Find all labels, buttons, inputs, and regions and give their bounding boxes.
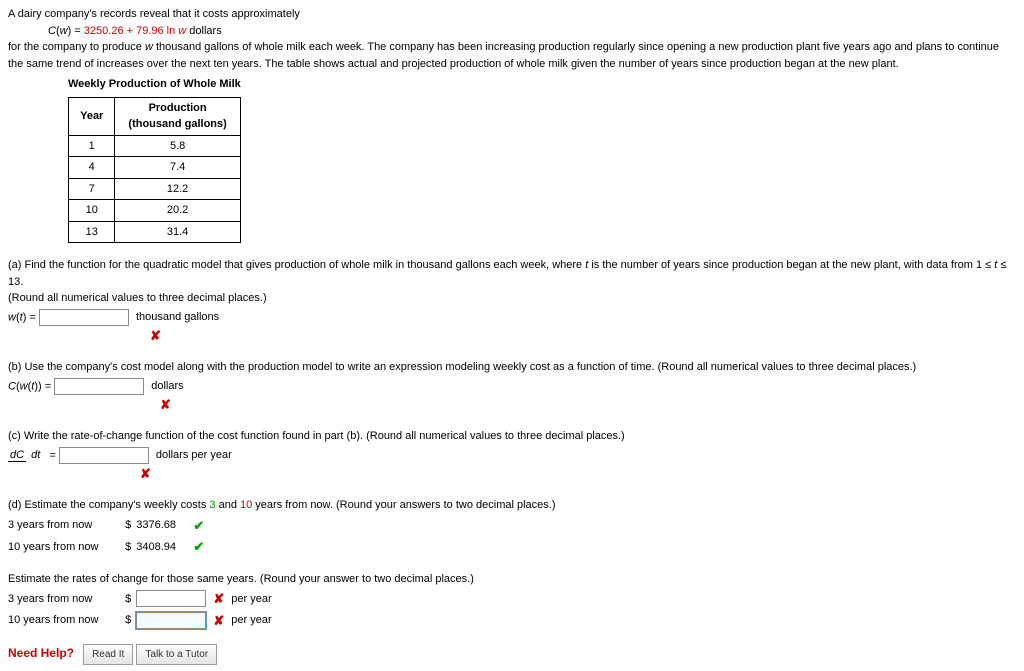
table-caption: Weekly Production of Whole Milk bbox=[68, 76, 241, 97]
part-a-unit: thousand gallons bbox=[136, 311, 219, 323]
label-3-years: 3 years from now bbox=[8, 517, 118, 534]
wrong-icon: ✘ bbox=[213, 613, 224, 628]
part-d: (d) Estimate the company's weekly costs … bbox=[8, 497, 1016, 514]
need-help-label: Need Help? bbox=[8, 646, 74, 660]
part-c-input[interactable] bbox=[59, 447, 149, 464]
part-a-input[interactable] bbox=[39, 309, 129, 326]
check-icon: ✔ bbox=[193, 518, 204, 533]
table-row: 1331.4 bbox=[69, 221, 241, 243]
table-row: 712.2 bbox=[69, 178, 241, 200]
wrong-icon: ✘ bbox=[213, 591, 224, 606]
rate-3-input[interactable] bbox=[136, 590, 206, 607]
help-row: Need Help? Read It Talk to a Tutor bbox=[8, 644, 1016, 665]
rate-10-input[interactable] bbox=[136, 612, 206, 629]
part-c-unit: dollars per year bbox=[156, 449, 232, 461]
col-production: Production (thousand gallons) bbox=[115, 97, 240, 135]
read-it-button[interactable]: Read It bbox=[83, 644, 133, 665]
label-rate-3-years: 3 years from now bbox=[8, 591, 118, 608]
label-10-years: 10 years from now bbox=[8, 539, 118, 556]
talk-tutor-button[interactable]: Talk to a Tutor bbox=[136, 644, 217, 665]
table-row: 1020.2 bbox=[69, 200, 241, 222]
col-year: Year bbox=[69, 97, 115, 135]
part-a: (a) Find the function for the quadratic … bbox=[8, 257, 1016, 307]
part-b-unit: dollars bbox=[151, 380, 183, 392]
part-c: (c) Write the rate-of-change function of… bbox=[8, 428, 1016, 445]
answer-3-years: 3376.68 bbox=[136, 517, 186, 534]
table-row: 47.4 bbox=[69, 157, 241, 179]
part-b: (b) Use the company's cost model along w… bbox=[8, 359, 1016, 376]
production-table: Weekly Production of Whole Milk Year Pro… bbox=[68, 76, 241, 243]
part-d-rates: Estimate the rates of change for those s… bbox=[8, 571, 1016, 588]
intro-line2: for the company to produce w thousand ga… bbox=[8, 39, 1016, 72]
intro-line1: A dairy company's records reveal that it… bbox=[8, 6, 1016, 23]
wrong-icon: ✘ bbox=[150, 328, 161, 343]
wrong-icon: ✘ bbox=[160, 397, 171, 412]
label-rate-10-years: 10 years from now bbox=[8, 612, 118, 629]
dC-dt-fraction: dC dt bbox=[8, 450, 42, 461]
answer-10-years: 3408.94 bbox=[136, 539, 186, 556]
part-b-input[interactable] bbox=[54, 378, 144, 395]
table-row: 15.8 bbox=[69, 135, 241, 157]
wrong-icon: ✘ bbox=[140, 466, 151, 481]
cost-formula: C(w) = 3250.26 + 79.96 ln w dollars bbox=[48, 23, 1016, 40]
check-icon: ✔ bbox=[193, 539, 204, 554]
